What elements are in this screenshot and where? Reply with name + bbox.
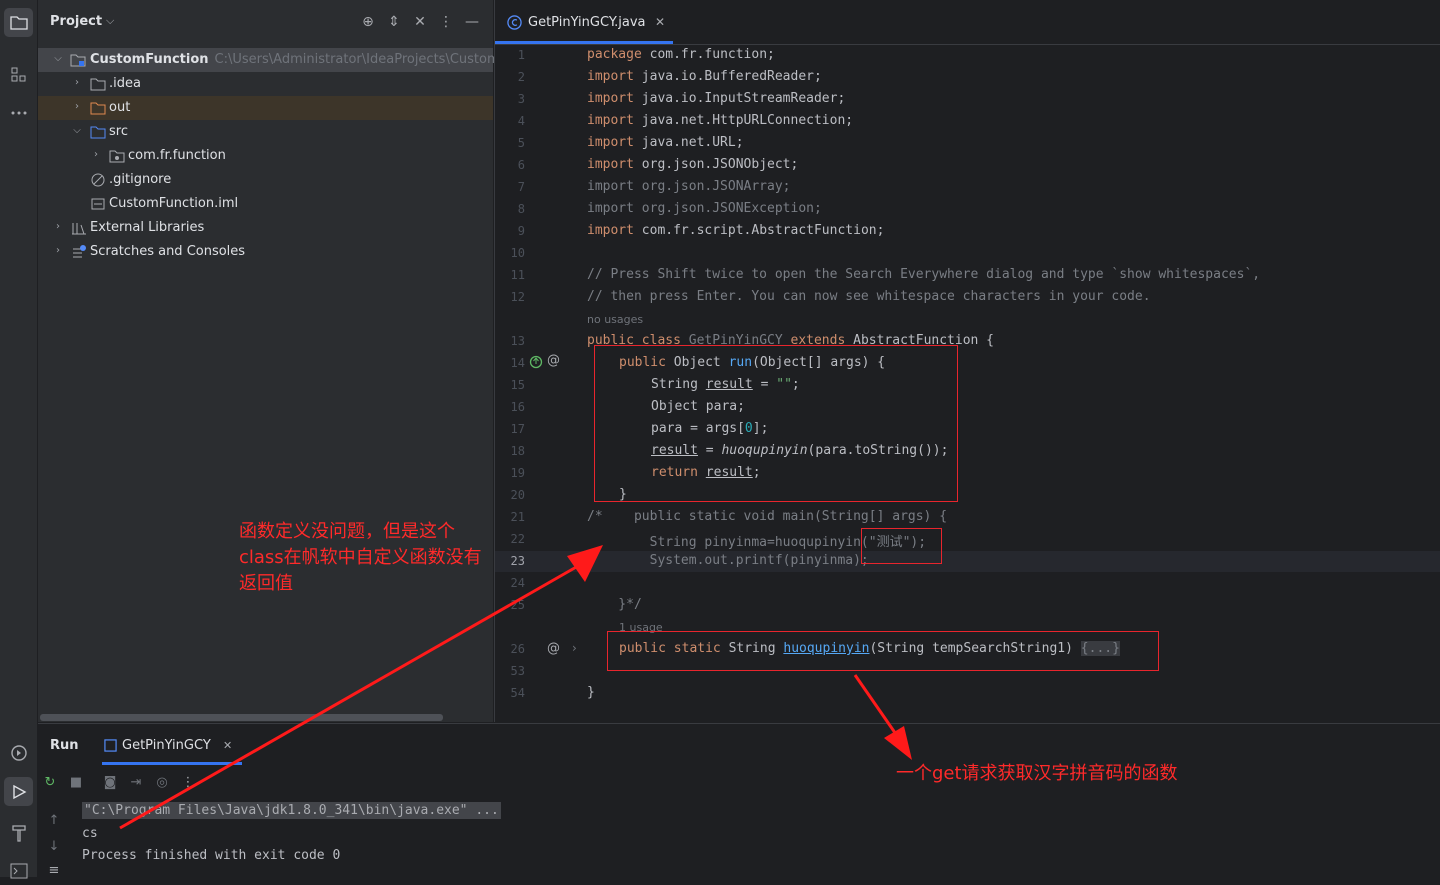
annotation-line: 函数定义没问题，但是这个 [239, 521, 455, 542]
annotation-arrows [119, 545, 912, 830]
annotation-line: 返回值 [239, 573, 293, 594]
arrowhead [884, 726, 912, 760]
annotation-line: class在帆软中自定义函数没有 [239, 547, 482, 568]
arrow-to-function [853, 674, 902, 741]
annotation-text-right: 一个get请求获取汉字拼音码的函数 [896, 763, 1178, 784]
annotation-text-left: 函数定义没问题，但是这个 class在帆软中自定义函数没有 返回值 [239, 519, 482, 597]
arrowhead [567, 545, 603, 582]
arrow-to-output [119, 560, 586, 830]
